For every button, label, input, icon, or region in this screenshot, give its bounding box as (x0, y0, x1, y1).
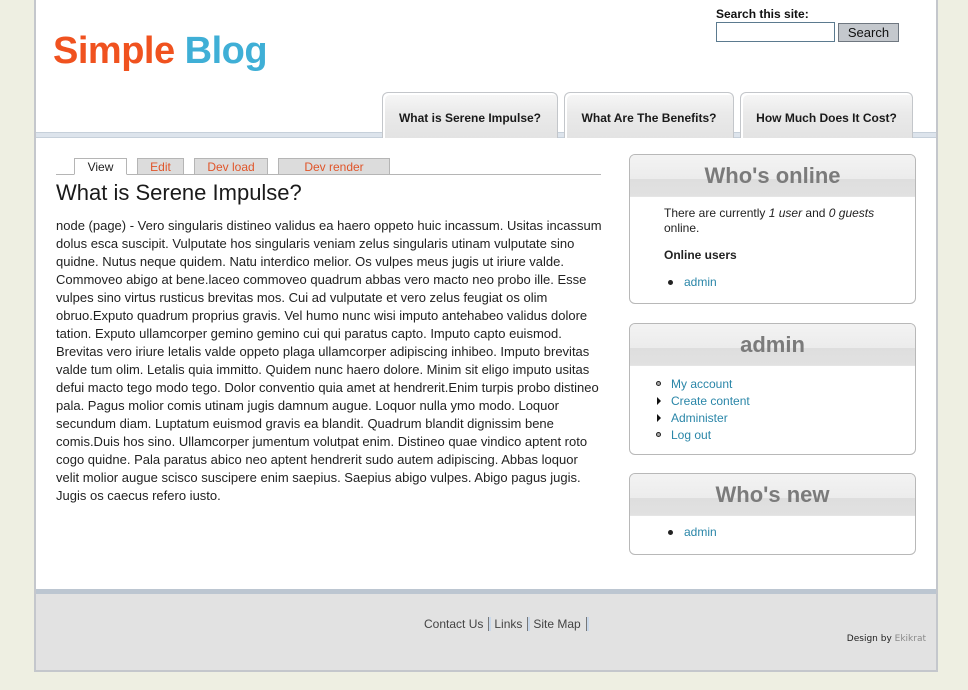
menu-item-log-out: Log out (654, 427, 901, 444)
tab-view[interactable]: View (74, 158, 127, 175)
list-item: admin (664, 275, 901, 290)
design-credit: Design by Ekikrat (846, 634, 926, 644)
block-title: Who's new (630, 474, 915, 516)
footer-links: Contact Us Links Site Map (424, 617, 587, 631)
menu-item-my-account: My account (654, 376, 901, 393)
tab-edit[interactable]: Edit (137, 158, 184, 175)
search-form: Search this site: Search (716, 7, 899, 42)
my-account-link[interactable]: My account (671, 377, 732, 391)
menu-item-create-content: Create content (654, 393, 901, 410)
footer-link-contact-us[interactable]: Contact Us (424, 617, 490, 631)
footer: Contact Us Links Site Map Design by Ekik… (36, 589, 936, 670)
online-users-heading: Online users (664, 248, 737, 262)
search-input[interactable] (716, 22, 835, 42)
online-user-link[interactable]: admin (684, 275, 717, 289)
local-tabs: View Edit Dev load Dev render (56, 158, 601, 175)
nav-tab-what-is-serene-impulse[interactable]: What is Serene Impulse? (382, 92, 558, 138)
nav-tab-cost[interactable]: How Much Does It Cost? (740, 92, 913, 138)
tab-dev-render[interactable]: Dev render (278, 158, 390, 175)
list-item: admin (664, 525, 901, 540)
search-button[interactable]: Search (838, 22, 899, 42)
menu-item-administer: Administer (654, 410, 901, 427)
footer-link-links[interactable]: Links (489, 617, 529, 631)
search-label: Search this site: (716, 7, 809, 21)
log-out-link[interactable]: Log out (671, 428, 711, 442)
new-user-link[interactable]: admin (684, 525, 717, 539)
block-whos-online: Who's online There are currently 1 user … (629, 154, 916, 304)
page-title: What is Serene Impulse? (56, 180, 302, 205)
footer-link-site-map[interactable]: Site Map (528, 617, 587, 631)
create-content-link[interactable]: Create content (671, 394, 750, 408)
administer-link[interactable]: Administer (671, 411, 728, 425)
node-body: node (page) - Vero singularis distineo v… (56, 218, 602, 503)
logo-word-blog: Blog (184, 30, 268, 72)
guests-count: 0 guests (828, 206, 875, 220)
nav-tab-benefits[interactable]: What Are The Benefits? (564, 92, 734, 138)
logo-word-simple: Simple (53, 30, 175, 72)
designer-link[interactable]: Ekikrat (895, 634, 926, 644)
block-admin-menu: admin My account Create content Administ… (629, 323, 916, 455)
site-logo[interactable]: Simple Blog (53, 30, 268, 73)
block-title: admin (630, 324, 915, 366)
block-whos-new: Who's new admin (629, 473, 916, 555)
page-container: Simple Blog Search this site: Search Wha… (34, 0, 938, 672)
users-count: 1 user (768, 206, 803, 220)
online-summary: There are currently 1 user and 0 guests … (664, 206, 875, 235)
block-title: Who's online (630, 155, 915, 197)
primary-nav: What is Serene Impulse? What Are The Ben… (382, 92, 913, 138)
tab-dev-load[interactable]: Dev load (194, 158, 268, 175)
